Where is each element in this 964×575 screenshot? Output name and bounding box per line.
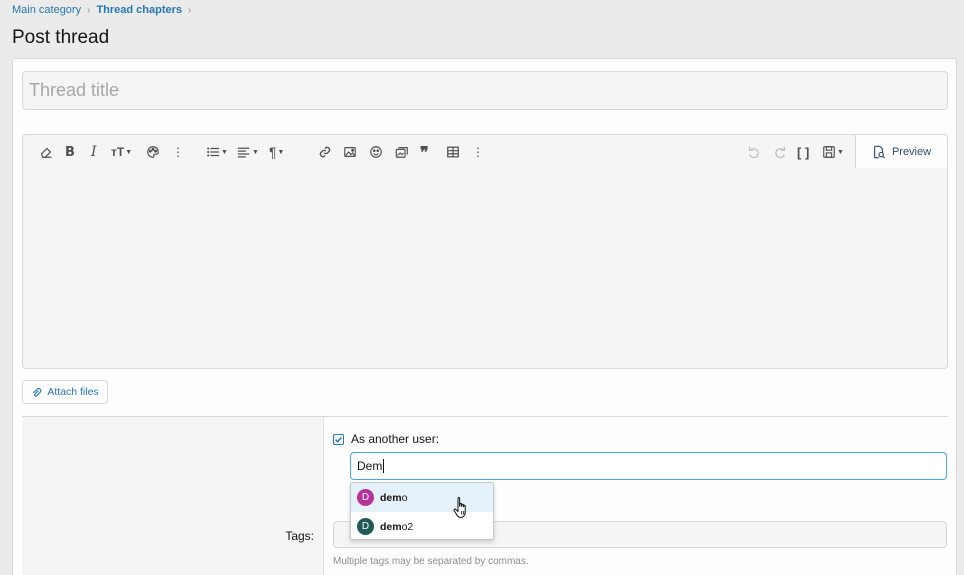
- another-user-input[interactable]: Dem: [350, 452, 947, 480]
- user-suggestion-dropdown: D demo D demo2: [350, 482, 494, 540]
- paperclip-icon: [33, 387, 42, 397]
- drafts-icon[interactable]: ▼: [822, 143, 844, 161]
- as-another-user-row[interactable]: As another user:: [333, 432, 439, 446]
- breadcrumb-separator: ›: [87, 4, 91, 16]
- rich-text-editor[interactable]: B I тT ▼ ⋮ ▼ ▼ ¶ ▼ ❞ ⋮ [] ▼ Preview: [22, 134, 948, 369]
- redo-icon[interactable]: [773, 143, 787, 161]
- breadcrumb-separator: ›: [188, 4, 192, 16]
- paragraph-icon[interactable]: ¶ ▼: [269, 143, 284, 161]
- tags-hint: Multiple tags may be separated by commas…: [333, 556, 529, 567]
- media-icon[interactable]: [395, 143, 409, 161]
- thread-title-input[interactable]: [22, 71, 948, 110]
- text-size-icon[interactable]: тT ▼: [111, 143, 132, 161]
- form-label-column: Tags:: [22, 417, 324, 575]
- another-user-input-value: Dem: [357, 459, 383, 473]
- suggestion-username: demo: [380, 491, 408, 504]
- table-icon[interactable]: [446, 143, 460, 161]
- breadcrumb-main-category[interactable]: Main category: [12, 4, 81, 16]
- link-icon[interactable]: [318, 143, 332, 161]
- italic-icon[interactable]: I: [91, 143, 97, 161]
- attach-files-label: Attach files: [47, 386, 99, 398]
- align-icon[interactable]: ▼: [237, 143, 259, 161]
- attach-files-button[interactable]: Attach files: [22, 380, 108, 404]
- breadcrumb-thread-chapters[interactable]: Thread chapters: [96, 4, 182, 16]
- list-icon[interactable]: ▼: [206, 143, 228, 161]
- more-icon[interactable]: ⋮: [172, 143, 184, 161]
- avatar: D: [357, 518, 374, 535]
- hand-cursor-icon: [453, 496, 466, 518]
- text-cursor: [383, 459, 385, 473]
- editor-toolbar: B I тT ▼ ⋮ ▼ ▼ ¶ ▼ ❞ ⋮ [] ▼ Preview: [23, 134, 948, 169]
- bold-icon[interactable]: B: [65, 143, 75, 161]
- suggestion-item-demo2[interactable]: D demo2: [351, 512, 493, 541]
- preview-icon: [873, 145, 886, 159]
- tags-label: Tags:: [285, 529, 314, 543]
- breadcrumb: Main category › Thread chapters ›: [12, 4, 191, 16]
- page-title: Post thread: [12, 27, 110, 48]
- suggestion-username: demo2: [380, 520, 414, 533]
- image-icon[interactable]: [343, 143, 357, 161]
- eraser-icon[interactable]: [39, 143, 53, 161]
- as-another-user-label: As another user:: [351, 432, 440, 446]
- suggestion-item-demo[interactable]: D demo: [351, 483, 493, 512]
- as-another-user-checkbox[interactable]: [333, 433, 344, 445]
- quote-icon[interactable]: ❞: [420, 143, 429, 162]
- more-icon[interactable]: ⋮: [472, 143, 484, 161]
- checkmark-icon: [335, 436, 342, 443]
- bbcode-icon[interactable]: [ ]: [797, 143, 809, 161]
- preview-label: Preview: [891, 145, 932, 158]
- palette-icon[interactable]: [146, 143, 160, 161]
- undo-icon[interactable]: [747, 143, 761, 161]
- smilie-icon[interactable]: [369, 143, 383, 161]
- avatar: D: [357, 489, 374, 506]
- preview-button[interactable]: Preview: [855, 134, 948, 168]
